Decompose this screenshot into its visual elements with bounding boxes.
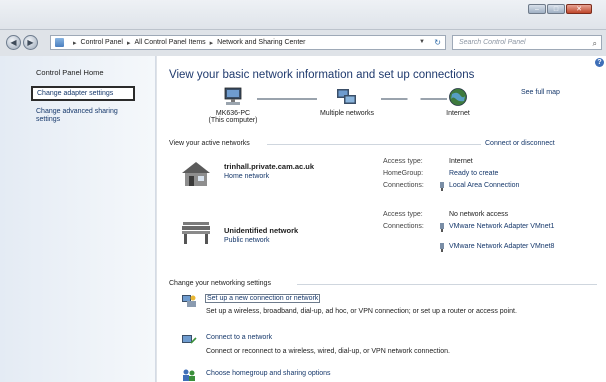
breadcrumb-control-panel[interactable]: Control Panel — [81, 39, 123, 46]
control-panel-home-link[interactable]: Control Panel Home — [36, 68, 104, 77]
ethernet-icon — [440, 223, 444, 232]
navigation-bar: ◀ ▶ ▸ Control Panel ▸ All Control Panel … — [6, 34, 602, 52]
public-network-icon[interactable] — [179, 220, 213, 246]
main-content: ? View your basic network information an… — [157, 56, 606, 382]
address-bar[interactable]: ▸ Control Panel ▸ All Control Panel Item… — [50, 35, 446, 50]
chevron-right-icon: ▸ — [73, 39, 77, 47]
breadcrumb-all-items[interactable]: All Control Panel Items — [134, 39, 205, 46]
connections-label: Connections: — [383, 182, 424, 189]
change-sharing-settings-link[interactable]: Change advanced sharing settings — [36, 108, 132, 124]
left-pane: Control Panel Home Change adapter settin… — [0, 56, 156, 382]
window: – □ ✕ ◀ ▶ ▸ Control Panel ▸ All Control … — [0, 0, 606, 382]
new-connection-icon — [182, 295, 196, 307]
control-panel-icon — [55, 38, 64, 47]
map-middle: Multiple networks — [307, 87, 387, 117]
homegroup-icon — [183, 369, 195, 381]
setup-connection-link[interactable]: Set up a new connection or network — [205, 294, 321, 303]
close-button[interactable]: ✕ — [566, 4, 592, 14]
multiple-networks-label: Multiple networks — [319, 110, 375, 117]
see-full-map-link[interactable]: See full map — [521, 89, 560, 96]
vmnet1-connection-link[interactable]: VMware Network Adapter VMnet1 — [449, 223, 559, 231]
connect-to-network-description: Connect or reconnect to a wireless, wire… — [206, 348, 450, 355]
computer-name: MK636-PC — [215, 110, 251, 117]
setup-connection-description: Set up a wireless, broadband, dial-up, a… — [206, 308, 517, 315]
maximize-button[interactable]: □ — [547, 4, 565, 14]
map-computer: MK636-PC (This computer) — [203, 87, 263, 124]
access-type-label: Access type: — [383, 211, 423, 218]
computer-icon — [224, 87, 242, 105]
minimize-button[interactable]: – — [528, 4, 546, 14]
computer-subtitle: (This computer) — [208, 117, 258, 124]
globe-icon — [449, 88, 467, 106]
access-type-value: No network access — [449, 211, 509, 218]
network-name: Unidentified network — [224, 226, 299, 235]
map-internet: Internet — [433, 87, 483, 117]
multiple-networks-icon — [337, 89, 356, 104]
help-icon[interactable]: ? — [595, 58, 604, 67]
back-button[interactable]: ◀ — [6, 35, 21, 50]
homegroup-sharing-link[interactable]: Choose homegroup and sharing options — [206, 370, 331, 377]
search-input[interactable]: Search Control Panel ⌕ — [452, 35, 602, 50]
access-type-value: Internet — [449, 158, 473, 165]
network-type-link[interactable]: Home network — [224, 173, 269, 180]
forward-button[interactable]: ▶ — [23, 35, 38, 50]
search-icon[interactable]: ⌕ — [593, 37, 597, 50]
connect-disconnect-link[interactable]: Connect or disconnect — [485, 140, 555, 147]
search-placeholder: Search Control Panel — [459, 39, 526, 46]
chevron-down-icon[interactable]: ▼ — [419, 39, 425, 45]
active-networks-title: View your active networks — [169, 140, 250, 147]
settings-title: Change your networking settings — [169, 280, 271, 287]
page-title: View your basic network information and … — [169, 69, 475, 81]
chevron-right-icon: ▸ — [209, 39, 214, 47]
window-controls: – □ ✕ — [527, 4, 592, 14]
home-network-icon[interactable] — [179, 160, 213, 188]
refresh-icon[interactable]: ↻ — [434, 38, 441, 47]
title-bar: – □ ✕ — [0, 0, 606, 30]
connections-label: Connections: — [383, 223, 424, 230]
connect-to-network-link[interactable]: Connect to a network — [206, 334, 272, 341]
divider — [267, 144, 481, 145]
breadcrumb-network-sharing[interactable]: Network and Sharing Center — [217, 39, 305, 46]
divider — [297, 284, 597, 285]
homegroup-label: HomeGroup: — [383, 170, 424, 177]
homegroup-link[interactable]: Ready to create — [449, 170, 498, 178]
network-type-link[interactable]: Public network — [224, 237, 270, 244]
local-area-connection-link[interactable]: Local Area Connection — [449, 182, 519, 190]
network-name: trinhall.private.cam.ac.uk — [224, 162, 315, 171]
chevron-right-icon: ▸ — [126, 39, 131, 47]
internet-label: Internet — [446, 110, 470, 117]
connect-network-icon — [182, 335, 197, 344]
access-type-label: Access type: — [383, 158, 423, 165]
ethernet-icon — [440, 243, 444, 252]
change-adapter-settings-link[interactable]: Change adapter settings — [37, 90, 113, 97]
vmnet8-connection-link[interactable]: VMware Network Adapter VMnet8 — [449, 243, 559, 251]
ethernet-icon — [440, 182, 444, 191]
